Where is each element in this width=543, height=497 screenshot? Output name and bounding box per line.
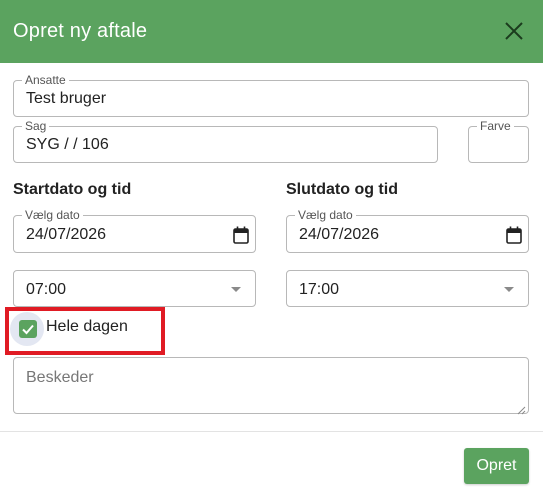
start-time-value: 07:00	[26, 281, 67, 298]
case-legend: Sag	[22, 119, 50, 133]
start-date-value: 24/07/2026	[26, 226, 107, 243]
end-date-legend: Vælg dato	[295, 208, 356, 222]
case-field[interactable]: Sag SYG / / 106	[13, 119, 438, 163]
dialog-header: Opret ny aftale	[0, 0, 543, 63]
employee-legend: Ansatte	[22, 73, 69, 87]
messages-textarea[interactable]: Beskeder	[13, 357, 529, 415]
calendar-icon[interactable]	[506, 226, 522, 244]
messages-placeholder: Beskeder	[26, 369, 94, 386]
case-value: SYG / / 106	[26, 136, 109, 153]
color-legend: Farve	[477, 119, 514, 133]
color-field[interactable]: Farve	[468, 119, 529, 163]
end-time-select[interactable]: 17:00	[286, 270, 529, 307]
calendar-icon[interactable]	[233, 226, 249, 244]
end-heading: Slutdato og tid	[286, 181, 398, 198]
dialog-title: Opret ny aftale	[13, 20, 148, 42]
chevron-down-icon	[231, 287, 241, 292]
end-time-value: 17:00	[299, 281, 340, 298]
footer-divider	[0, 431, 543, 432]
end-date-field[interactable]: Vælg dato 24/07/2026	[286, 208, 529, 253]
create-button[interactable]: Opret	[464, 448, 529, 484]
start-heading: Startdato og tid	[13, 181, 132, 198]
start-time-select[interactable]: 07:00	[13, 270, 256, 307]
start-date-legend: Vælg dato	[22, 208, 83, 222]
start-date-field[interactable]: Vælg dato 24/07/2026	[13, 208, 256, 253]
chevron-down-icon	[504, 287, 514, 292]
highlight-box	[5, 307, 165, 355]
employee-value: Test bruger	[26, 90, 107, 107]
end-date-value: 24/07/2026	[299, 226, 380, 243]
close-icon[interactable]	[500, 17, 528, 45]
resize-handle-icon[interactable]	[517, 402, 526, 415]
employee-field[interactable]: Ansatte Test bruger	[13, 73, 529, 117]
